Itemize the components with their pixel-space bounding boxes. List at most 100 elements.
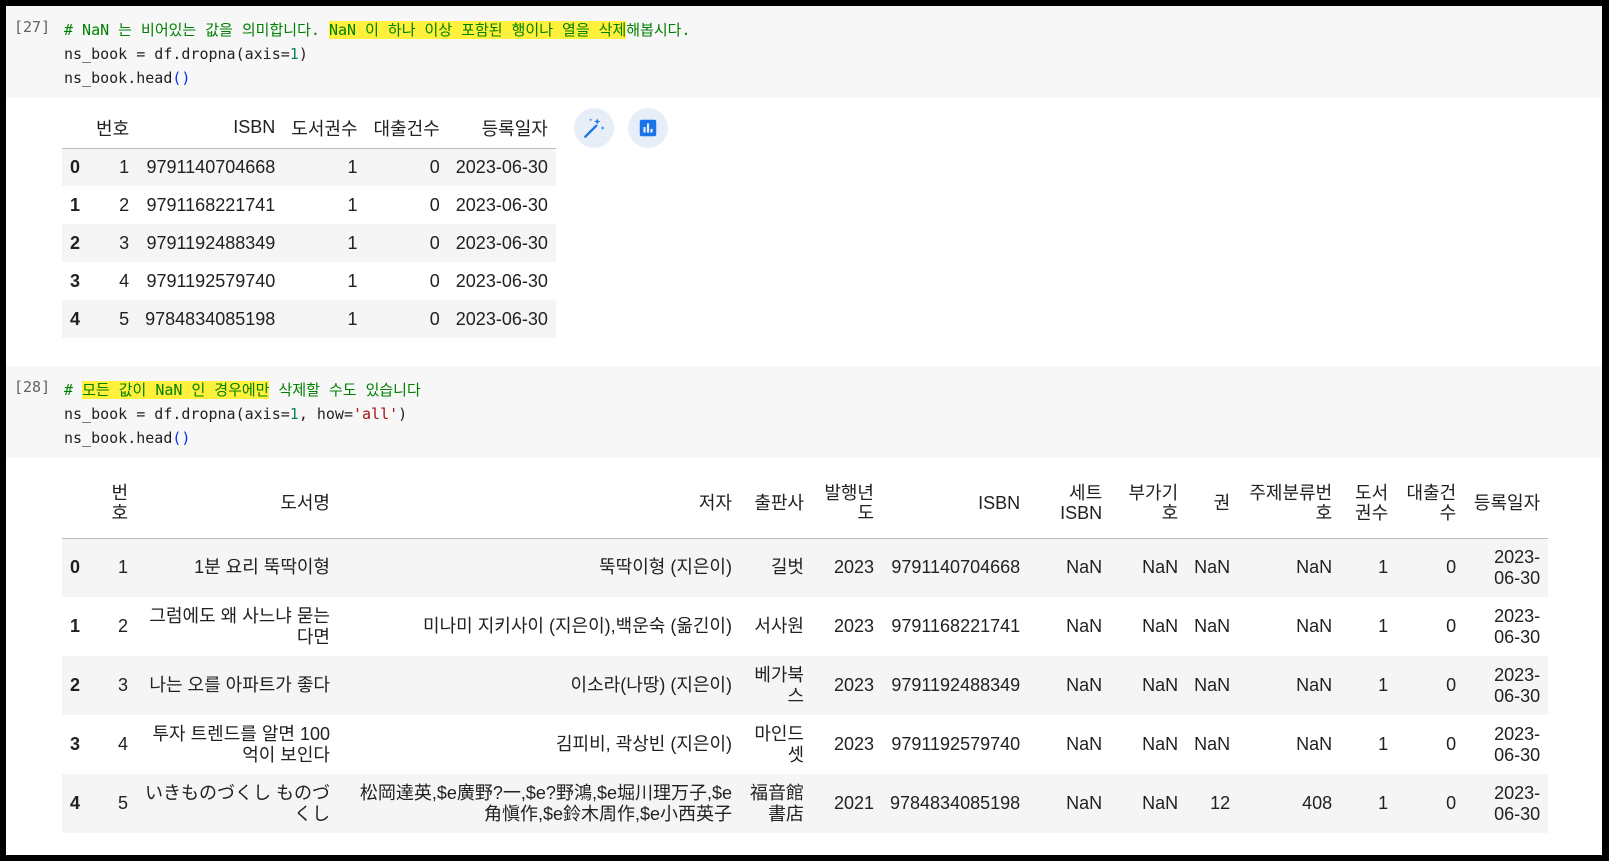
table-cell: 5 xyxy=(117,793,128,813)
table-cell: 2 xyxy=(119,194,130,215)
bar-chart-icon xyxy=(639,119,657,137)
row-index: 3 xyxy=(70,270,81,291)
column-header: 등록일자 xyxy=(1473,492,1541,513)
table-cell: NaN xyxy=(1066,557,1103,578)
table-cell: 4 xyxy=(119,270,130,291)
table-cell: 9791192579740 xyxy=(891,734,1021,754)
code-line-3: ns_book.head() xyxy=(64,69,191,87)
table-cell: 9784834085198 xyxy=(145,308,276,329)
table-cell: NaN xyxy=(1142,675,1179,695)
table-cell: 0 xyxy=(429,232,440,253)
table-cell: 0 xyxy=(429,270,440,291)
table-cell: 1 xyxy=(119,156,130,177)
table-cell: NaN xyxy=(1296,557,1333,578)
table-cell: NaN xyxy=(1194,557,1231,578)
table-cell: 2023 xyxy=(833,734,874,754)
row-index: 4 xyxy=(70,308,81,329)
table-cell: 9791168221741 xyxy=(891,616,1021,636)
table-cell: 미나미 지키사이 (지은이),백운숙 (옮긴이) xyxy=(423,616,732,636)
column-header: 발행년도 xyxy=(824,482,874,523)
table-cell: NaN xyxy=(1194,734,1231,754)
table-cell: 1 xyxy=(1378,734,1389,754)
table-cell: NaN xyxy=(1066,616,1103,636)
table-header-row: 번호 ISBN 도서권수 대출건수 등록일자 xyxy=(62,108,556,148)
table-cell: 9784834085198 xyxy=(890,793,1021,813)
table-cell: 2023-06-30 xyxy=(1494,782,1541,824)
table-cell: 0 xyxy=(1446,734,1457,754)
table-cell: 이소라(나땅) (지은이) xyxy=(570,675,732,695)
table-cell: 1 xyxy=(347,308,358,329)
table-cell: 2023-06-30 xyxy=(1494,546,1541,588)
table-cell: 뚝딱이형 (지은이) xyxy=(599,557,732,578)
row-index: 0 xyxy=(70,156,81,177)
column-header: 대출건수 xyxy=(1406,482,1457,523)
table-cell: NaN xyxy=(1142,557,1179,578)
code-line-3: ns_book.head() xyxy=(64,429,191,447)
column-header: 도서명 xyxy=(280,492,330,513)
code-editor[interactable]: # NaN 는 비어있는 값을 의미합니다. NaN 이 하나 이상 포함된 행… xyxy=(64,18,691,90)
table-cell: 松岡達英,$e廣野?一,$e?野鴻,$e堀川理万子,$e角愼作,$e鈴木周作,$… xyxy=(359,782,732,824)
table-cell: NaN xyxy=(1194,616,1231,636)
table-cell: 0 xyxy=(1446,616,1457,636)
row-index: 2 xyxy=(70,675,81,695)
table-cell: 4 xyxy=(117,734,128,754)
table-cell: 2023 xyxy=(833,675,874,695)
table-cell: 0 xyxy=(1446,675,1457,695)
table-row: 2 3 9791192488349 1 0 2023-06-30 xyxy=(62,224,556,262)
table-cell: 길벗 xyxy=(770,557,804,578)
row-index: 1 xyxy=(70,616,81,636)
column-header: 권 xyxy=(1213,492,1231,513)
table-cell: 김피비, 곽상빈 (지은이) xyxy=(555,734,732,754)
table-cell: 3 xyxy=(119,232,130,253)
column-header: 주제분류번호 xyxy=(1249,482,1333,523)
table-cell: 서사원 xyxy=(754,616,804,636)
table-cell: 2023-06-30 xyxy=(455,194,548,215)
table-cell: 408 xyxy=(1302,793,1333,813)
table-cell: NaN xyxy=(1142,734,1179,754)
cell-output-28: 번호 도서명 저자 출판사 발행년도 ISBN 세트 ISBN 부가기호 권 주제분류번호 도서권수… xyxy=(6,458,1602,855)
table-cell: 2023-06-30 xyxy=(455,156,548,177)
column-header: 세트 ISBN xyxy=(1060,482,1103,523)
code-cell-28[interactable]: [28] # 모든 값이 NaN 인 경우에만 삭제할 수도 있습니다 ns_b… xyxy=(6,366,1602,458)
table-cell: 0 xyxy=(1446,557,1457,578)
chart-suggestion-button[interactable] xyxy=(628,108,668,148)
table-cell: 1 xyxy=(1378,557,1389,578)
table-cell: 2023-06-30 xyxy=(1494,605,1541,647)
table-cell: 2023 xyxy=(833,616,874,636)
magic-wand-button[interactable] xyxy=(574,108,614,148)
table-row: 4 5 いきものづくし ものづくし 松岡達英,$e廣野?一,$e?野鴻,$e堀川理万子… xyxy=(62,774,1549,833)
cell-output-27: 번호 ISBN 도서권수 대출건수 등록일자 0 1 9791140704668 1 0 2023… xyxy=(6,98,1602,366)
column-header: 도서권수 xyxy=(1355,482,1389,523)
table-cell: NaN xyxy=(1194,675,1231,695)
table-cell: 9791192488349 xyxy=(146,232,276,253)
table-cell: NaN xyxy=(1066,675,1103,695)
table-cell: NaN xyxy=(1296,675,1333,695)
code-cell-27[interactable]: [27] # NaN 는 비어있는 값을 의미합니다. NaN 이 하나 이상 … xyxy=(6,6,1602,98)
table-cell: 그럼에도 왜 사느냐 묻는다면 xyxy=(149,605,330,647)
column-header: 번호 xyxy=(96,118,130,139)
table-cell: 9791192579740 xyxy=(146,270,276,291)
table-row: 3 4 투자 트렌드를 알면 100억이 보인다 김피비, 곽상빈 (지은이) 마인드셋… xyxy=(62,715,1548,774)
column-header: 번호 xyxy=(111,482,128,523)
table-cell: 나는 오를 아파트가 좋다 xyxy=(149,675,330,695)
table-cell: 9791140704668 xyxy=(891,557,1021,578)
column-header: 대출건수 xyxy=(373,118,440,139)
table-cell: 0 xyxy=(1446,793,1457,813)
table-cell: 2023-06-30 xyxy=(455,270,548,291)
table-cell: 12 xyxy=(1210,793,1231,813)
column-header: ISBN xyxy=(233,117,276,138)
table-row: 0 1 9791140704668 1 0 2023-06-30 xyxy=(62,148,556,186)
table-cell: 1 xyxy=(117,557,128,578)
table-row: 3 4 9791192579740 1 0 2023-06-30 xyxy=(62,262,556,300)
table-cell: 2023 xyxy=(833,557,874,578)
code-comment: # NaN 는 비어있는 값을 의미합니다. NaN 이 하나 이상 포함된 행… xyxy=(64,21,691,39)
row-index: 2 xyxy=(70,232,81,253)
table-row: 4 5 9784834085198 1 0 2023-06-30 xyxy=(62,300,556,338)
table-row: 0 1 1분 요리 뚝딱이형 뚝딱이형 (지은이) 길벗 2023 979114070466… xyxy=(62,538,1549,597)
table-cell: いきものづくし ものづくし xyxy=(145,782,330,824)
magic-wand-icon xyxy=(584,118,605,138)
table-cell: 2023-06-30 xyxy=(1494,723,1541,765)
code-editor[interactable]: # 모든 값이 NaN 인 경우에만 삭제할 수도 있습니다 ns_book =… xyxy=(64,378,421,450)
column-header: 등록일자 xyxy=(481,118,548,139)
table-cell: NaN xyxy=(1066,793,1103,813)
